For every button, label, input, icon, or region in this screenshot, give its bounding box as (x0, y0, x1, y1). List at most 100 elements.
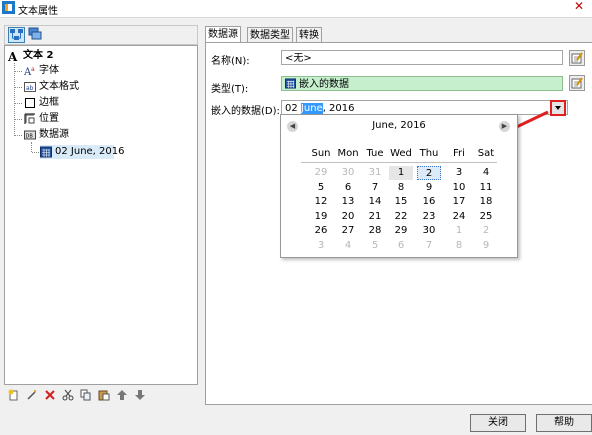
chevron-down-icon (555, 106, 561, 110)
window-title: 文本属性 (18, 6, 58, 17)
calendar-day[interactable]: 4 (336, 239, 360, 253)
calendar-day[interactable]: 7 (363, 181, 387, 195)
calendar-day[interactable]: 12 (309, 195, 333, 209)
calendar-day[interactable]: 21 (363, 210, 387, 224)
embedded-data-label: 嵌入的数据(D): (211, 106, 280, 117)
calendar-day[interactable]: 6 (336, 181, 360, 195)
calendar-day[interactable]: 25 (474, 210, 498, 224)
calendar-day[interactable]: 2 (417, 166, 441, 180)
tree-actions-toolbar (4, 387, 198, 405)
calendar-day[interactable]: 22 (389, 210, 413, 224)
weekday-header: Tue (366, 148, 384, 159)
calendar-day[interactable]: 2 (474, 224, 498, 238)
delete-icon[interactable] (44, 389, 56, 401)
layers-view-button[interactable] (27, 27, 44, 43)
weekday-header: Thu (419, 148, 439, 159)
calendar-day[interactable]: 18 (474, 195, 498, 209)
calendar-day[interactable]: 31 (363, 166, 387, 180)
svg-text:A: A (7, 50, 18, 62)
calendar-popup: ◀ June, 2016 ▶ Sun Mon Tue Wed Thu Fri S… (280, 114, 518, 258)
calendar-day[interactable]: 8 (389, 181, 413, 195)
move-up-icon[interactable] (116, 389, 128, 401)
calendar-day[interactable]: 14 (363, 195, 387, 209)
name-edit-button[interactable] (569, 50, 585, 66)
calendar-day[interactable]: 29 (389, 224, 413, 238)
name-field[interactable]: <无> (281, 50, 563, 65)
next-month-icon[interactable]: ▶ (499, 121, 510, 132)
app-icon (2, 1, 15, 14)
text-object-icon: A (7, 50, 18, 62)
tree-item-label: 文本格式 (39, 81, 79, 92)
calendar-day[interactable]: 9 (474, 239, 498, 253)
tab-datatype[interactable]: 数据类型 (247, 27, 293, 42)
tree-connector (31, 142, 32, 152)
name-label: 名称(N): (211, 56, 250, 67)
calendar-day[interactable]: 26 (309, 224, 333, 238)
tree-connector (15, 87, 22, 88)
calendar-day[interactable]: 15 (389, 195, 413, 209)
calendar-day[interactable]: 17 (447, 195, 471, 209)
calendar-day[interactable]: 4 (474, 166, 498, 180)
copy-icon[interactable] (80, 389, 92, 401)
calendar-day[interactable]: 30 (417, 224, 441, 238)
edit-icon (571, 52, 583, 64)
calendar-day[interactable]: 8 (447, 239, 471, 253)
help-button[interactable]: 帮助 (536, 414, 592, 432)
calendar-month-title[interactable]: June, 2016 (281, 120, 517, 131)
title-bar: 文本属性 ✕ (0, 0, 592, 18)
tree-view-button[interactable] (8, 27, 25, 43)
date-year: , 2016 (322, 103, 355, 114)
embedded-date-picker[interactable]: 02 June, 2016 (281, 100, 568, 115)
calendar-day[interactable]: 23 (417, 210, 441, 224)
calendar-day[interactable]: 10 (447, 181, 471, 195)
move-down-icon[interactable] (134, 389, 146, 401)
svg-text:DB: DB (26, 134, 34, 140)
tree-item-label: 数据源 (39, 129, 69, 140)
tab-transform[interactable]: 转换 (296, 27, 322, 42)
font-icon: A a (24, 66, 35, 77)
svg-text:ab: ab (26, 85, 34, 92)
tree-item-date[interactable]: 02 June, 2016 (40, 145, 125, 159)
calendar-day[interactable]: 3 (309, 239, 333, 253)
position-icon (24, 113, 35, 124)
close-window-icon[interactable]: ✕ (572, 0, 586, 15)
date-month-selected: June (300, 103, 323, 114)
calendar-day[interactable]: 3 (447, 166, 471, 180)
type-field[interactable]: 嵌入的数据 (281, 76, 563, 91)
type-edit-button[interactable] (569, 75, 585, 91)
calendar-day[interactable]: 7 (417, 239, 441, 253)
tree-connector (15, 103, 22, 104)
date-dropdown-button[interactable] (550, 100, 566, 116)
calendar-day[interactable]: 20 (336, 210, 360, 224)
calendar-day[interactable]: 5 (363, 239, 387, 253)
calendar-day[interactable]: 29 (309, 166, 333, 180)
wand-icon[interactable] (26, 389, 38, 401)
calendar-day[interactable]: 5 (309, 181, 333, 195)
calendar-day[interactable]: 27 (336, 224, 360, 238)
calendar-day[interactable]: 11 (474, 181, 498, 195)
calendar-day[interactable]: 28 (363, 224, 387, 238)
calendar-day[interactable]: 6 (389, 239, 413, 253)
cut-icon[interactable] (62, 389, 74, 401)
datasource-icon: DB (24, 130, 36, 140)
tab-datasource[interactable]: 数据源 (205, 26, 241, 43)
tree-panel: A 文本 2 A a 字体 ab 文本格式 边框 位置 DB 数据源 02 Ju… (4, 45, 198, 385)
calendar-day[interactable]: 19 (309, 210, 333, 224)
weekday-header: Wed (390, 148, 412, 159)
weekday-header: Fri (453, 148, 465, 159)
close-button[interactable]: 关闭 (470, 414, 526, 432)
tree-connector (15, 119, 22, 120)
tree-connector (15, 135, 22, 136)
calendar-day[interactable]: 30 (336, 166, 360, 180)
calendar-day[interactable]: 1 (447, 224, 471, 238)
paste-icon[interactable] (98, 389, 110, 401)
tree-item-date-label: 02 June, 2016 (55, 146, 125, 157)
tree-toolbar (4, 25, 198, 45)
calendar-day[interactable]: 24 (447, 210, 471, 224)
calendar-day[interactable]: 9 (417, 181, 441, 195)
calendar-day[interactable]: 16 (417, 195, 441, 209)
calendar-day[interactable]: 1 (389, 166, 413, 180)
calendar-day[interactable]: 13 (336, 195, 360, 209)
new-icon[interactable] (8, 389, 20, 401)
type-field-value: 嵌入的数据 (299, 79, 349, 90)
